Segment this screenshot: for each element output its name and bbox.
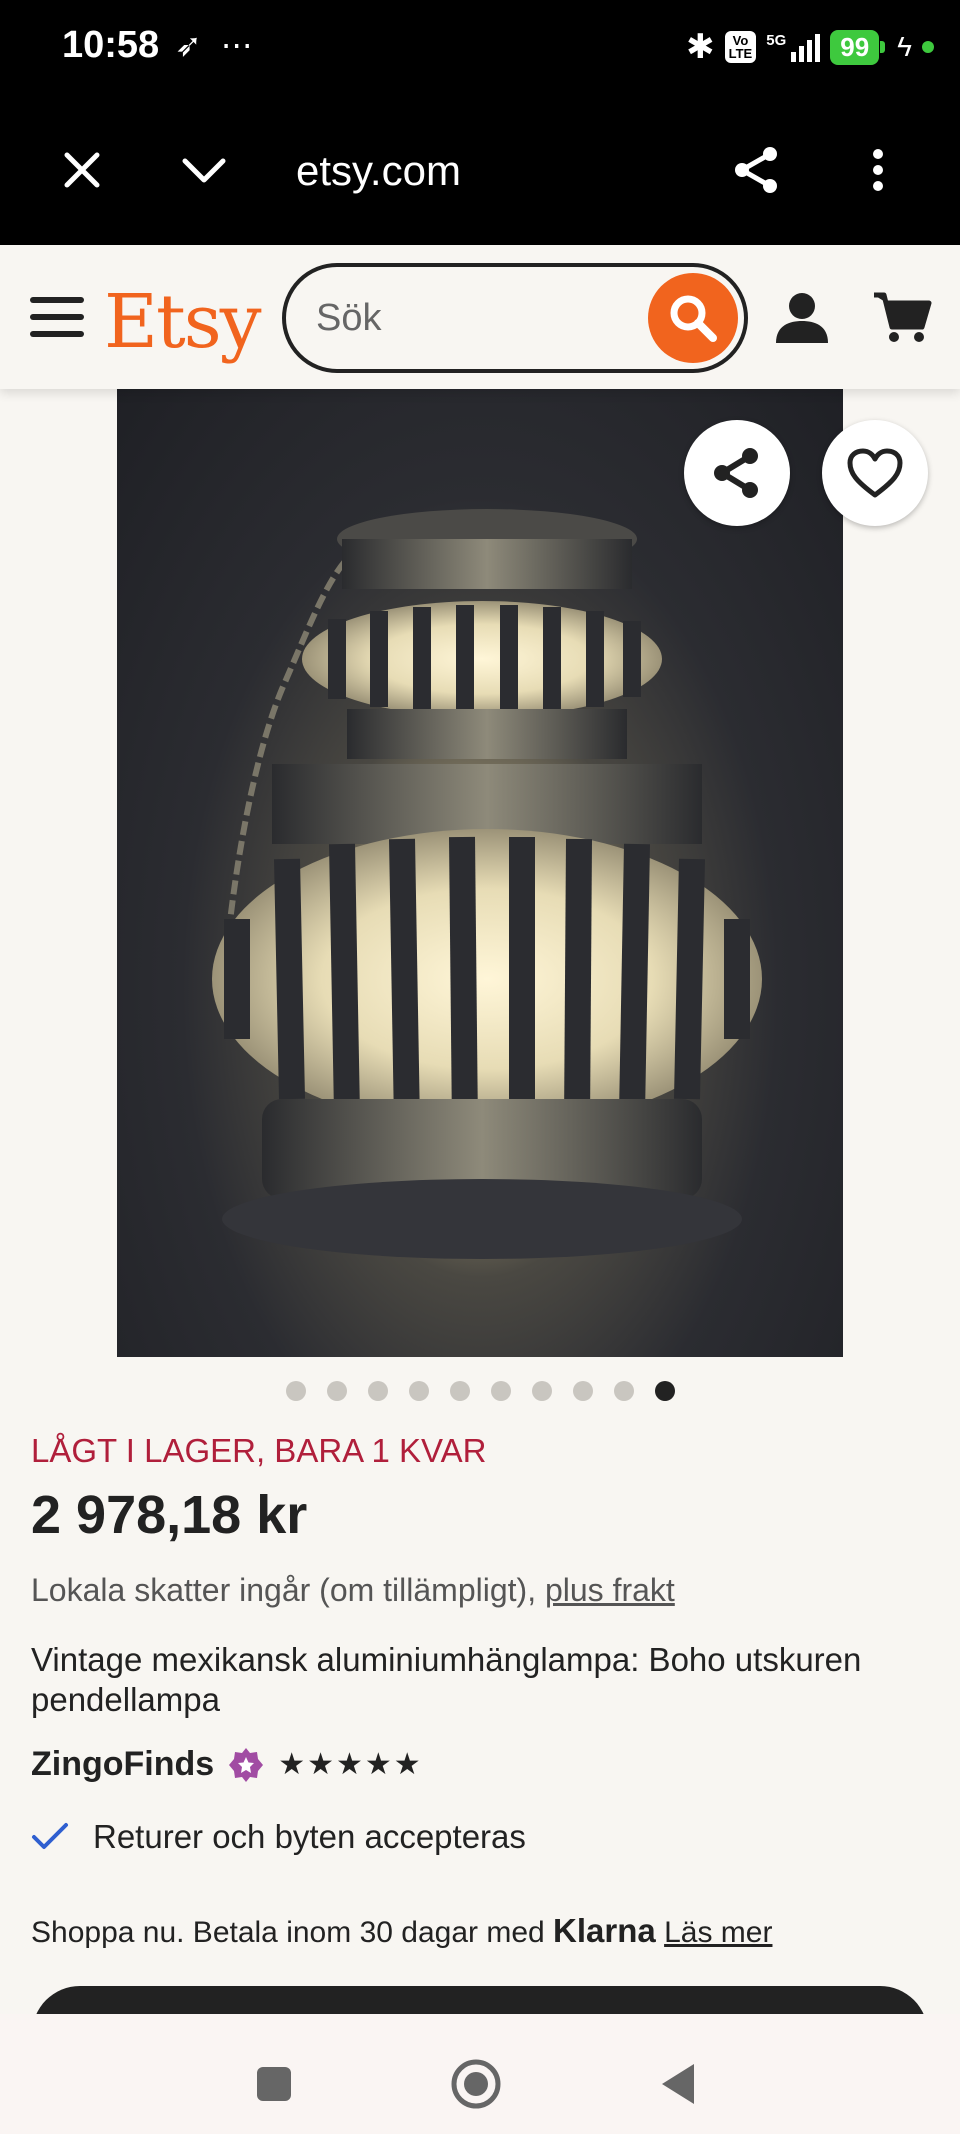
search-icon — [670, 295, 717, 342]
close-icon[interactable] — [50, 95, 114, 245]
site-header: Etsy — [0, 245, 960, 389]
status-time: 10:58 — [62, 24, 160, 66]
product-title: Vintage mexikansk aluminiumhänglampa: Bo… — [31, 1641, 862, 1718]
tax-info: Lokala skatter ingår (om tillämpligt), p… — [31, 1572, 675, 1609]
price: 2 978,18 kr — [31, 1485, 308, 1545]
home-icon[interactable] — [436, 2044, 516, 2124]
url-label[interactable]: etsy.com — [296, 147, 461, 195]
image-carousel-dots — [0, 1381, 960, 1401]
recents-icon[interactable] — [234, 2044, 314, 2124]
carousel-dot[interactable] — [326, 1381, 347, 1401]
shop-name[interactable]: ZingoFinds — [31, 1745, 214, 1784]
heart-icon — [847, 448, 903, 498]
status-notification-icons: ➶ ⋯ — [175, 26, 253, 64]
carousel-dot[interactable] — [285, 1381, 306, 1401]
menu-icon[interactable] — [30, 297, 84, 337]
carousel-dot[interactable] — [572, 1381, 593, 1401]
returns-info: Returer och byten accepteras — [31, 1818, 526, 1856]
status-bar: 10:58 ➶ ⋯ ✱ Vo LTE 5G 99 ϟ — [0, 0, 960, 95]
carousel-dot[interactable] — [408, 1381, 429, 1401]
search-input[interactable] — [316, 293, 616, 343]
klarna-text: Shoppa nu. Betala inom 30 dagar med — [31, 1916, 554, 1949]
favorite-button[interactable] — [822, 420, 928, 526]
battery-icon: 99 — [830, 29, 886, 65]
lamp-photo — [212, 509, 762, 1259]
cart-icon[interactable] — [872, 289, 932, 350]
shipping-link[interactable]: plus frakt — [545, 1572, 675, 1608]
search-button[interactable] — [648, 273, 738, 363]
etsy-logo[interactable]: Etsy — [104, 279, 262, 365]
privacy-dot-icon — [922, 41, 934, 53]
klarna-info: Shoppa nu. Betala inom 30 dagar med Klar… — [31, 1912, 772, 1950]
carousel-dot[interactable] — [449, 1381, 470, 1401]
klarna-read-more-link[interactable]: Läs mer — [664, 1916, 772, 1949]
browser-toolbar: etsy.com — [0, 95, 960, 245]
shop-info: ZingoFinds ★★★★★ — [31, 1745, 423, 1784]
bluetooth-icon: ✱ — [686, 28, 715, 66]
user-icon[interactable] — [774, 289, 830, 350]
stock-notice: LÅGT I LAGER, BARA 1 KVAR — [31, 1432, 487, 1469]
returns-text: Returer och byten accepteras — [93, 1818, 526, 1855]
system-nav-bar — [0, 2014, 960, 2134]
share-icon[interactable] — [720, 95, 792, 245]
more-notifications-icon: ⋯ — [220, 27, 253, 63]
charging-icon: ϟ — [897, 31, 912, 62]
carousel-dot[interactable] — [367, 1381, 388, 1401]
share-button[interactable] — [684, 420, 790, 526]
volte-icon: Vo LTE — [724, 31, 757, 63]
tax-text: Lokala skatter ingår (om tillämpligt), — [31, 1572, 545, 1608]
share-icon — [714, 448, 758, 498]
back-icon[interactable] — [638, 2044, 718, 2124]
carousel-dot[interactable] — [654, 1381, 675, 1401]
carousel-dot[interactable] — [490, 1381, 511, 1401]
carousel-dot[interactable] — [531, 1381, 552, 1401]
chevron-down-icon[interactable] — [172, 95, 236, 245]
klarna-logo: Klarna — [553, 1912, 656, 1949]
rating-stars[interactable]: ★★★★★ — [278, 1747, 422, 1782]
product-image[interactable] — [117, 389, 843, 1357]
carousel-dot[interactable] — [613, 1381, 634, 1401]
star-seller-badge-icon — [229, 1747, 264, 1782]
checkmark-icon — [32, 1823, 68, 1849]
signal-icon: 5G — [766, 32, 821, 62]
more-options-icon[interactable] — [848, 95, 908, 245]
arrow-notification-icon: ➶ — [175, 27, 202, 63]
search-bar — [282, 263, 748, 373]
